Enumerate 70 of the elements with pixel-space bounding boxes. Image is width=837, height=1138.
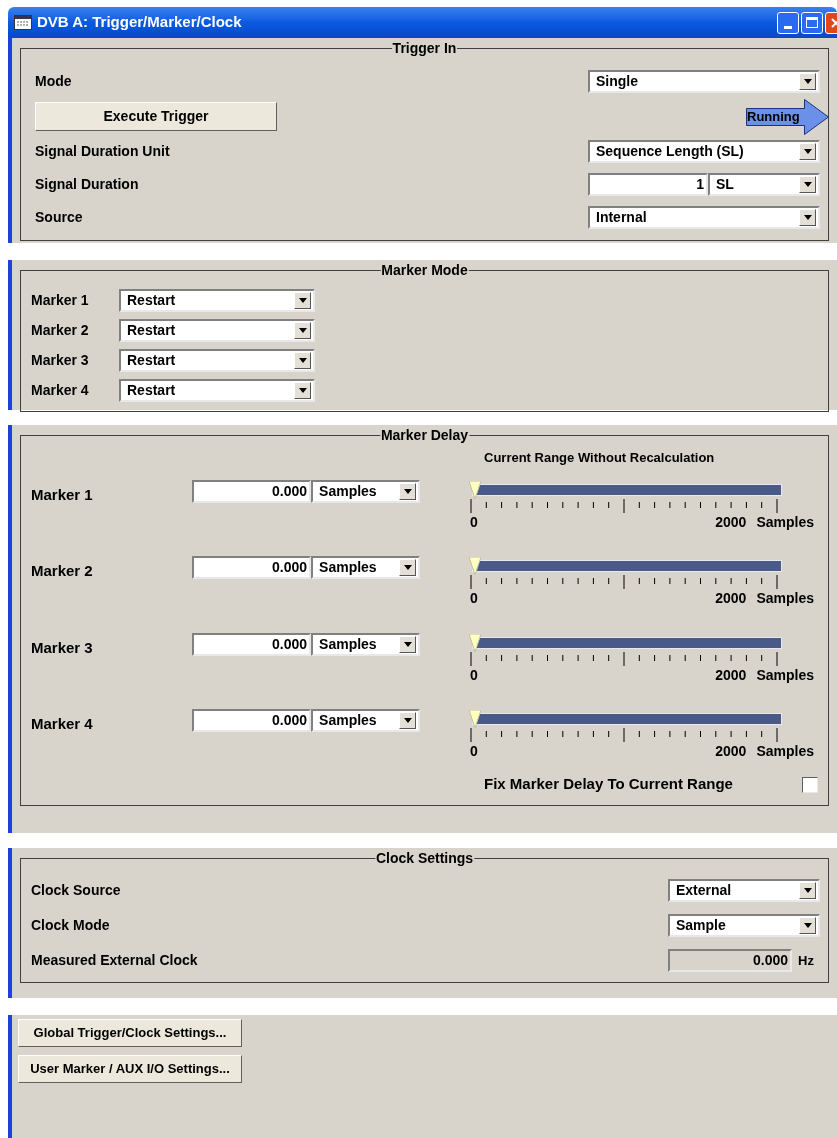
scale-unit: Samples	[756, 743, 814, 759]
field-label: Marker 1	[31, 290, 90, 310]
field-label: Marker 1	[31, 484, 94, 505]
field-label: Clock Source	[31, 881, 121, 900]
scale-min: 0	[470, 743, 478, 759]
field-label: Marker 3	[31, 350, 90, 370]
dropdown[interactable]: Internal	[588, 206, 820, 229]
slider-thumb[interactable]	[469, 557, 481, 575]
field-label: Source	[35, 208, 83, 227]
unit-dropdown[interactable]: Samples	[311, 556, 420, 579]
unit-dropdown[interactable]: Samples	[311, 632, 420, 656]
scale-min: 0	[470, 666, 478, 683]
slider-track[interactable]	[472, 713, 782, 725]
dropdown[interactable]: Restart	[119, 318, 315, 342]
number-field: 0.000	[668, 949, 792, 972]
slider-track[interactable]	[472, 636, 782, 649]
checkbox-label: Fix Marker Delay To Current Range	[484, 774, 733, 795]
field-label: Marker 2	[31, 320, 90, 340]
group-title: Clock Settings	[374, 849, 475, 867]
scale-max: 2000	[715, 513, 747, 530]
slider-thumb[interactable]	[469, 480, 481, 499]
field-label: Marker 3	[31, 637, 94, 658]
maximize-button[interactable]	[801, 11, 823, 34]
slider-track[interactable]	[472, 560, 782, 572]
field-label: Clock Mode	[31, 916, 110, 935]
dropdown[interactable]: Restart	[119, 348, 315, 372]
number-field[interactable]: 1	[588, 173, 708, 196]
checkbox[interactable]	[802, 776, 818, 793]
field-label: Mode	[35, 72, 72, 91]
number-field[interactable]: 0.000	[192, 632, 312, 656]
range-title: Current Range Without Recalculation	[484, 449, 715, 467]
field-label: Marker 2	[31, 561, 94, 581]
field-label: Measured External Clock	[31, 951, 198, 970]
scale-max: 2000	[715, 666, 747, 683]
number-field[interactable]: 0.000	[192, 709, 312, 732]
slider-thumb[interactable]	[469, 633, 481, 652]
field-label: Marker 4	[31, 714, 94, 734]
scale-unit: Samples	[756, 513, 814, 530]
field-label: Signal Duration	[35, 175, 139, 194]
unit-label: Hz	[797, 951, 815, 970]
group-title: Trigger In	[391, 39, 458, 57]
scale-max: 2000	[715, 743, 747, 759]
dropdown[interactable]: Sequence Length (SL)	[588, 140, 820, 163]
group-title: Marker Delay	[379, 426, 470, 444]
unit-dropdown[interactable]: Samples	[311, 709, 420, 732]
scale-unit: Samples	[756, 666, 814, 683]
dropdown[interactable]: Sample	[668, 914, 820, 937]
field-label: Marker 4	[31, 380, 90, 400]
field-label: Signal Duration Unit	[35, 142, 170, 161]
number-field[interactable]: 0.000	[192, 479, 312, 503]
settings-button[interactable]: User Marker / AUX I/O Settings...	[18, 1055, 242, 1083]
slider-thumb[interactable]	[469, 710, 481, 728]
dropdown[interactable]: Single	[588, 70, 820, 93]
scale-max: 2000	[715, 590, 747, 606]
number-field[interactable]: 0.000	[192, 556, 312, 579]
scale-unit: Samples	[756, 590, 814, 606]
slider-track[interactable]	[472, 483, 782, 496]
window-title: DVB A: Trigger/Marker/Clock	[37, 12, 242, 33]
execute-trigger-button[interactable]: Execute Trigger	[35, 102, 277, 131]
unit-dropdown[interactable]: Samples	[311, 479, 420, 503]
minimize-button[interactable]	[777, 11, 799, 34]
settings-button[interactable]: Global Trigger/Clock Settings...	[18, 1019, 242, 1047]
dropdown[interactable]: Restart	[119, 288, 315, 312]
dropdown[interactable]: Restart	[119, 378, 315, 402]
dropdown[interactable]: External	[668, 879, 820, 902]
window-icon	[14, 15, 32, 30]
dropdown[interactable]: SL	[708, 173, 820, 196]
scale-min: 0	[470, 590, 478, 606]
scale-min: 0	[470, 513, 478, 530]
status-arrow: Running	[746, 98, 829, 135]
